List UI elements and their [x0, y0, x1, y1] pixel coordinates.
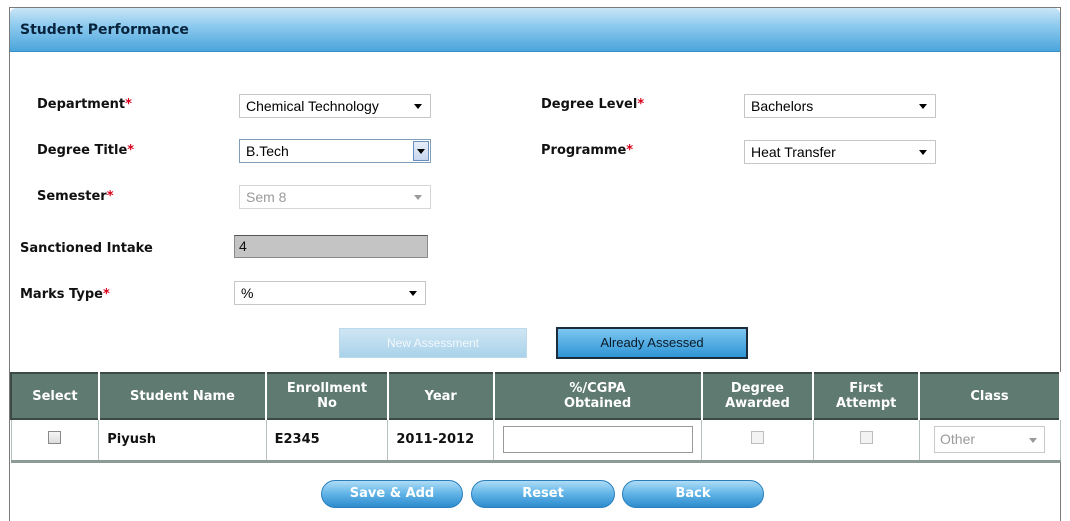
- chevron-down-icon: [919, 150, 927, 155]
- chevron-down-icon: [1029, 438, 1038, 444]
- panel-header: Student Performance: [10, 8, 1060, 52]
- department-value: Chemical Technology: [246, 98, 379, 114]
- col-cgpa-obtained: %/CGPA Obtained: [493, 372, 703, 420]
- col-student-name: Student Name: [98, 372, 268, 420]
- department-select[interactable]: Chemical Technology: [239, 94, 431, 118]
- degree-title-label: Degree Title*: [37, 143, 135, 158]
- page-title: Student Performance: [20, 22, 189, 38]
- dropdown-button[interactable]: [413, 141, 429, 161]
- col-select: Select: [10, 372, 100, 420]
- enrollment-no-cell: E2345: [265, 418, 389, 462]
- save-add-button[interactable]: Save & Add: [321, 480, 463, 508]
- degree-title-value: B.Tech: [246, 143, 289, 159]
- col-class: Class: [918, 372, 1061, 420]
- class-select[interactable]: Other: [934, 426, 1046, 454]
- col-first-attempt: First Attempt: [812, 372, 921, 420]
- sanctioned-intake-field: 4: [234, 235, 428, 258]
- col-degree-awarded: Degree Awarded: [701, 372, 815, 420]
- semester-label: Semester*: [37, 189, 114, 204]
- semester-value: Sem 8: [246, 189, 287, 205]
- degree-awarded-cell: [701, 418, 814, 462]
- semester-select[interactable]: Sem 8: [239, 185, 431, 209]
- student-table: Select Student Name Enrollment No Year %/…: [10, 372, 1061, 463]
- cgpa-input[interactable]: [502, 426, 693, 454]
- degree-level-value: Bachelors: [751, 98, 814, 114]
- student-performance-panel: Student Performance Department* Chemical…: [9, 7, 1061, 521]
- marks-type-value: %: [241, 285, 254, 301]
- student-name-cell: Piyush: [98, 418, 267, 462]
- table-header-row: Select Student Name Enrollment No Year %/…: [10, 372, 1061, 420]
- degree-level-select[interactable]: Bachelors: [744, 94, 936, 118]
- degree-title-select[interactable]: B.Tech: [239, 139, 431, 163]
- first-attempt-cell: [812, 418, 920, 462]
- programme-value: Heat Transfer: [751, 144, 836, 160]
- select-checkbox[interactable]: [48, 431, 62, 445]
- chevron-down-icon: [919, 104, 927, 109]
- reset-button[interactable]: Reset: [471, 480, 615, 508]
- first-attempt-checkbox[interactable]: [859, 431, 873, 445]
- programme-select[interactable]: Heat Transfer: [744, 140, 936, 164]
- sanctioned-intake-label: Sanctioned Intake: [20, 241, 153, 256]
- marks-type-select[interactable]: %: [234, 281, 426, 305]
- chevron-down-icon: [417, 149, 425, 154]
- select-cell: [10, 418, 100, 462]
- col-enrollment-no: Enrollment No: [265, 372, 389, 420]
- degree-level-label: Degree Level*: [541, 97, 645, 112]
- col-year: Year: [387, 372, 495, 420]
- already-assessed-button[interactable]: Already Assessed: [556, 327, 748, 359]
- degree-awarded-checkbox[interactable]: [750, 431, 764, 445]
- year-cell: 2011-2012: [387, 418, 495, 462]
- class-cell: Other: [918, 418, 1061, 462]
- department-label: Department*: [37, 97, 132, 112]
- new-assessment-button[interactable]: New Assessment: [339, 328, 527, 358]
- back-button[interactable]: Back: [622, 480, 764, 508]
- chevron-down-icon: [409, 291, 417, 296]
- class-value: Other: [940, 431, 976, 448]
- chevron-down-icon: [414, 195, 422, 200]
- table-row: Piyush E2345 2011-2012 Other: [10, 418, 1061, 462]
- cgpa-cell: [493, 418, 703, 462]
- chevron-down-icon: [414, 104, 422, 109]
- programme-label: Programme*: [541, 143, 634, 158]
- marks-type-label: Marks Type*: [20, 287, 110, 302]
